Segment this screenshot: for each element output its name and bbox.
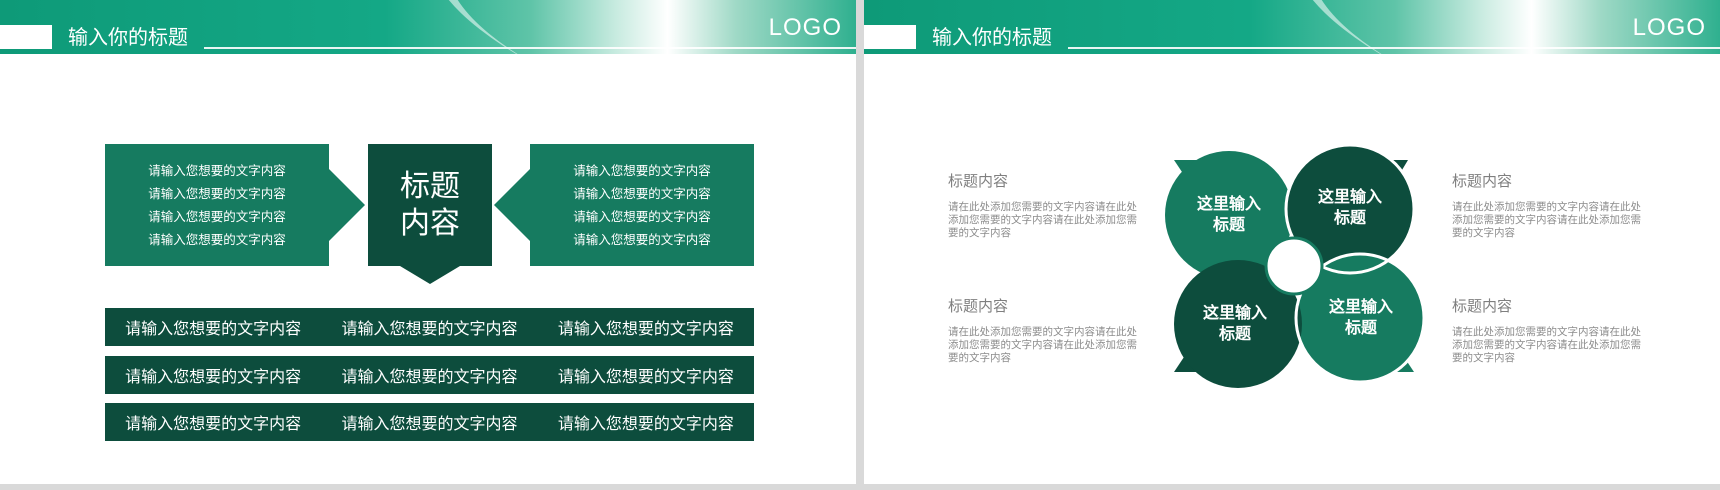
header-rule xyxy=(204,47,856,49)
center-title-box: 标题 内容 xyxy=(368,144,492,266)
petal-label-bottom-left: 这里输入 标题 xyxy=(1190,303,1280,345)
right-text-box: 请输入您想要的文字内容 请输入您想要的文字内容 请输入您想要的文字内容 请输入您… xyxy=(530,144,754,266)
center-title-line: 标题 xyxy=(400,170,460,203)
text-bar: 请输入您想要的文字内容 请输入您想要的文字内容 请输入您想要的文字内容 xyxy=(105,356,754,394)
right-pointing-arrow xyxy=(329,169,365,241)
left-text-line: 请输入您想要的文字内容 xyxy=(148,164,286,178)
header-banner: 输入你的标题 LOGO xyxy=(0,0,856,143)
bar-text: 请输入您想要的文字内容 xyxy=(557,416,734,433)
header-swoosh-decoration xyxy=(411,0,747,143)
left-text-line: 请输入您想要的文字内容 xyxy=(148,210,286,224)
petal-label-top-left: 这里输入 标题 xyxy=(1184,194,1274,236)
center-box-pointer xyxy=(400,266,460,284)
right-text-line: 请输入您想要的文字内容 xyxy=(573,187,711,201)
bar-text: 请输入您想要的文字内容 xyxy=(125,416,302,433)
text-bar: 请输入您想要的文字内容 请输入您想要的文字内容 请输入您想要的文字内容 xyxy=(105,403,754,441)
right-text-line: 请输入您想要的文字内容 xyxy=(573,164,711,178)
center-title-line: 内容 xyxy=(400,207,460,240)
bar-text: 请输入您想要的文字内容 xyxy=(341,416,518,433)
left-pointing-arrow xyxy=(494,169,530,241)
header-white-block xyxy=(0,25,52,49)
bar-text: 请输入您想要的文字内容 xyxy=(341,369,518,386)
logo: LOGO xyxy=(768,14,842,41)
petal-label-line: 标题 xyxy=(1212,217,1245,234)
header-title: 输入你的标题 xyxy=(68,27,188,49)
right-text-line: 请输入您想要的文字内容 xyxy=(573,210,711,224)
center-ring xyxy=(1264,236,1324,296)
bar-text: 请输入您想要的文字内容 xyxy=(125,321,302,338)
petal-label-line: 这里输入 xyxy=(1196,196,1261,213)
right-text-line: 请输入您想要的文字内容 xyxy=(573,233,711,247)
slide-2: 输入你的标题 LOGO 标题内容 请在此处添加您需要的文字内容请在此处添加您需要… xyxy=(864,0,1720,484)
petal-label-line: 标题 xyxy=(1344,320,1377,337)
bar-text: 请输入您想要的文字内容 xyxy=(125,369,302,386)
bar-text: 请输入您想要的文字内容 xyxy=(557,321,734,338)
petal-label-top-right: 这里输入 标题 xyxy=(1305,187,1395,229)
petal-label-line: 这里输入 xyxy=(1328,299,1393,316)
petal-label-line: 标题 xyxy=(1333,210,1366,227)
petal-label-line: 这里输入 xyxy=(1202,305,1267,322)
petal-diagram xyxy=(1165,143,1426,388)
petal-label-line: 这里输入 xyxy=(1317,189,1382,206)
petal-label-line: 标题 xyxy=(1218,326,1251,343)
left-text-box: 请输入您想要的文字内容 请输入您想要的文字内容 请输入您想要的文字内容 请输入您… xyxy=(105,144,329,266)
bar-text: 请输入您想要的文字内容 xyxy=(341,321,518,338)
left-text-line: 请输入您想要的文字内容 xyxy=(148,233,286,247)
left-text-line: 请输入您想要的文字内容 xyxy=(148,187,286,201)
petal-label-bottom-right: 这里输入 标题 xyxy=(1316,297,1406,339)
text-bar: 请输入您想要的文字内容 请输入您想要的文字内容 请输入您想要的文字内容 xyxy=(105,308,754,346)
slide-1: 输入你的标题 LOGO 请输入您想要的文字内容 请输入您想要的文字内容 请输入您… xyxy=(0,0,856,484)
bar-text: 请输入您想要的文字内容 xyxy=(557,369,734,386)
